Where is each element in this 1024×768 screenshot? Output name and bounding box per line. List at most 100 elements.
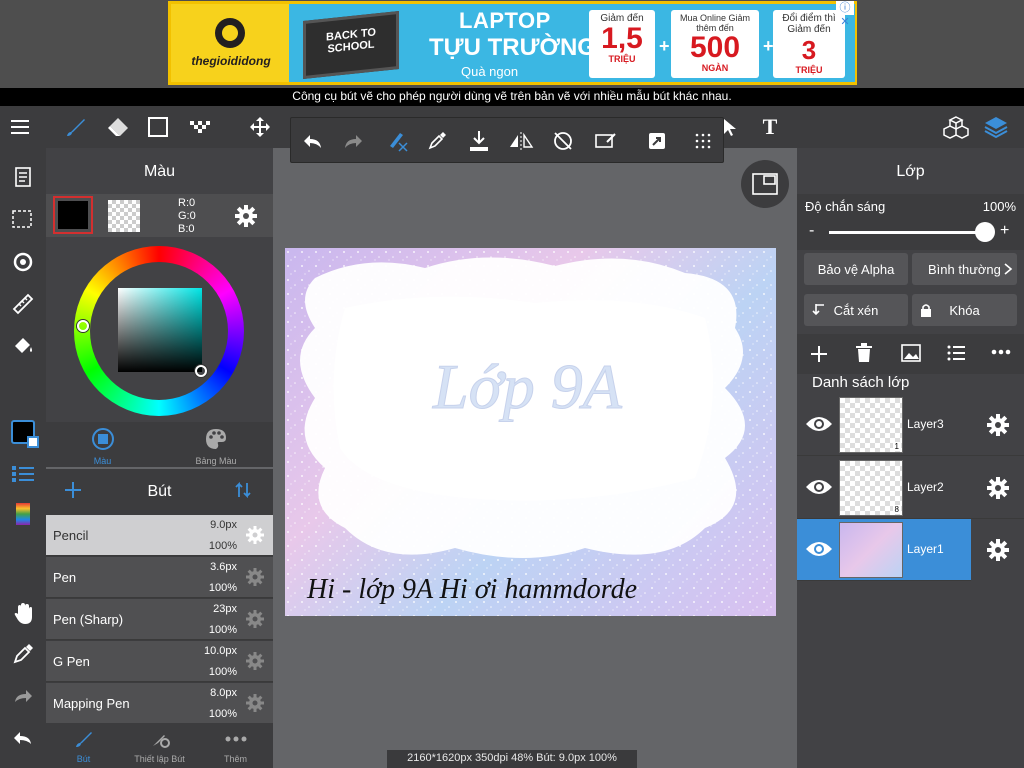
clip-button[interactable]: Cắt xén	[804, 294, 908, 326]
layer-row-layer2[interactable]: 8 Layer2	[797, 457, 1024, 519]
ad-banner[interactable]: thegioididong BACK TO SCHOOL LAPTOP TỰU …	[168, 1, 857, 85]
image-icon[interactable]	[901, 343, 921, 363]
brush-name: Pen	[53, 570, 77, 585]
brush-gear-icon[interactable]	[245, 525, 265, 545]
layer-thumbnail: 1	[839, 397, 903, 453]
blend-mode-select[interactable]: Bình thường	[912, 253, 1017, 285]
ruler-button[interactable]	[0, 284, 46, 324]
selection-icon	[12, 210, 32, 228]
eyedropper-button[interactable]	[0, 634, 46, 674]
redo-icon	[345, 135, 362, 148]
tab-more[interactable]: Thêm	[198, 723, 273, 768]
opacity-slider-thumb[interactable]	[975, 222, 995, 242]
undo-button[interactable]	[293, 118, 333, 164]
redo-button[interactable]	[333, 118, 373, 164]
text-tool-button[interactable]: T	[750, 106, 790, 148]
sort-brush-button[interactable]	[234, 481, 252, 504]
transform-button[interactable]	[0, 242, 46, 282]
select-tool-button[interactable]	[180, 106, 220, 148]
materials-button[interactable]	[936, 106, 976, 148]
drawing-canvas[interactable]: Lớp 9A Hi - lớp 9A Hi ơi hammdorde	[285, 248, 776, 616]
brush-item-g-pen[interactable]: G Pen 10.0px 100%	[46, 641, 273, 682]
hue-handle[interactable]	[77, 320, 89, 332]
ad-logo-icon	[215, 18, 245, 48]
tab-palette[interactable]: Bảng Màu	[159, 422, 273, 467]
layer-name: Layer2	[907, 480, 944, 494]
brush-opacity: 100%	[208, 540, 237, 552]
more-options-icon[interactable]	[991, 348, 1011, 356]
layer-list-icon[interactable]	[947, 344, 965, 362]
opacity-slider-track[interactable]	[829, 231, 985, 234]
redo-side-button[interactable]	[0, 676, 46, 716]
menu-button[interactable]	[0, 106, 40, 148]
brush-opacity: 100%	[208, 582, 237, 594]
brush-gear-icon[interactable]	[245, 651, 265, 671]
tab-brush-settings[interactable]: Thiết lập Bút	[121, 723, 198, 768]
brush-size: 8.0px	[210, 687, 237, 699]
save-button[interactable]	[459, 118, 499, 164]
undo-side-button[interactable]	[0, 718, 46, 758]
saturation-value-square[interactable]	[118, 288, 202, 372]
ad-close-icon[interactable]: ⓘ ✕	[836, 1, 854, 28]
eye-icon[interactable]	[805, 540, 833, 558]
cubes-icon	[943, 116, 969, 139]
fullscreen-button[interactable]	[741, 160, 789, 208]
eyedropper-icon	[13, 644, 33, 664]
brush-settings-icon	[152, 735, 170, 748]
color-swatch-button[interactable]	[0, 412, 46, 452]
flip-button[interactable]	[501, 118, 541, 164]
trash-icon[interactable]	[855, 343, 873, 363]
eraser-tool-button[interactable]	[98, 106, 138, 148]
pages-button[interactable]	[0, 158, 46, 198]
grid-button[interactable]	[683, 118, 723, 164]
brush-tabs: Bút Thiết lập Bút Thêm	[46, 723, 273, 768]
eye-icon[interactable]	[805, 478, 833, 496]
tab-brush[interactable]: Bút	[46, 723, 121, 768]
brush-item-mapping-pen[interactable]: Mapping Pen 8.0px 100%	[46, 683, 273, 724]
rectangle-icon	[148, 117, 168, 137]
tooltip-bar: Công cụ bút vẽ cho phép người dùng vẽ tr…	[0, 88, 1024, 106]
layer-row-layer3[interactable]: 1 Layer3	[797, 394, 1024, 456]
protect-alpha-button[interactable]: Bảo vệ Alpha	[804, 253, 908, 285]
brush-gear-icon[interactable]	[245, 567, 265, 587]
layer-gear-icon[interactable]	[986, 538, 1010, 562]
layers-button[interactable]	[976, 106, 1016, 148]
brush-tool-button[interactable]	[56, 106, 96, 148]
brush-item-pen[interactable]: Pen 3.6px 100%	[46, 557, 273, 598]
more-icon	[225, 736, 246, 742]
color-settings-button[interactable]	[234, 204, 258, 233]
rectangle-tool-button[interactable]	[138, 106, 178, 148]
clear-button[interactable]	[585, 118, 625, 164]
selection-button[interactable]	[0, 200, 46, 240]
eyedropper-quick-button[interactable]	[417, 118, 457, 164]
fill-button[interactable]	[0, 324, 46, 364]
tab-palette-label: Bảng Màu	[195, 456, 237, 466]
lock-label: Khóa	[949, 302, 980, 318]
opacity-plus-button[interactable]: +	[1000, 222, 1009, 240]
layer-row-layer1[interactable]: Layer1	[797, 519, 1024, 581]
layer-gear-icon[interactable]	[986, 476, 1010, 500]
lock-button[interactable]: Khóa	[912, 294, 1017, 326]
share-button[interactable]	[637, 118, 677, 164]
primary-color-swatch[interactable]	[53, 196, 93, 234]
brush-list-button[interactable]	[0, 454, 46, 494]
secondary-color-swatch[interactable]	[108, 200, 140, 232]
brush-item-pencil[interactable]: Pencil 9.0px 100%	[46, 515, 273, 556]
layer-gear-icon[interactable]	[986, 413, 1010, 437]
opacity-value: 100%	[982, 199, 1016, 214]
move-tool-button[interactable]	[240, 106, 280, 148]
brush-correction-button[interactable]	[377, 118, 417, 164]
add-layer-icon[interactable]	[809, 344, 829, 364]
brush-gear-icon[interactable]	[245, 693, 265, 713]
quick-toolbar	[290, 117, 724, 163]
hand-button[interactable]	[0, 594, 46, 634]
brush-item-pen-sharp[interactable]: Pen (Sharp) 23px 100%	[46, 599, 273, 640]
sv-handle[interactable]	[195, 365, 207, 377]
eye-icon[interactable]	[805, 415, 833, 433]
rotate-canvas-button[interactable]	[543, 118, 583, 164]
brush-opacity: 100%	[208, 708, 237, 720]
brush-gear-icon[interactable]	[245, 609, 265, 629]
tab-color[interactable]: Màu	[46, 422, 159, 467]
color-history-button[interactable]	[0, 494, 46, 534]
opacity-minus-button[interactable]: -	[809, 222, 814, 240]
